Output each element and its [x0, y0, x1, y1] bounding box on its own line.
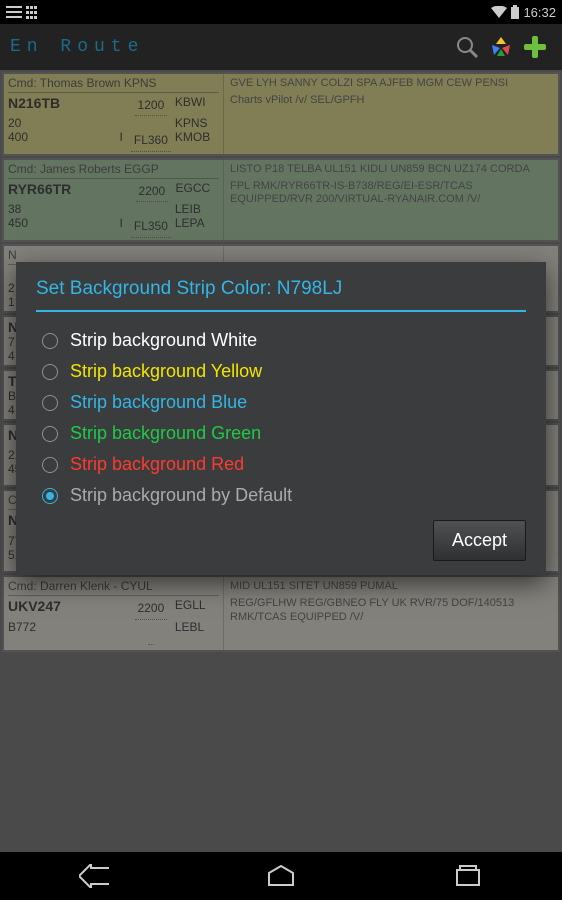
app-title: En Route	[10, 37, 144, 57]
radio-icon	[42, 457, 58, 473]
radio-icon	[42, 364, 58, 380]
radio-green[interactable]: Strip background Green	[42, 423, 526, 444]
radio-icon	[42, 333, 58, 349]
radio-label: Strip background Blue	[70, 392, 247, 413]
radio-label: Strip background Red	[70, 454, 244, 475]
radio-icon	[42, 426, 58, 442]
home-icon[interactable]	[265, 860, 297, 892]
app-bar: En Route	[0, 24, 562, 70]
radio-yellow[interactable]: Strip background Yellow	[42, 361, 526, 382]
nav-bar	[0, 852, 562, 900]
wifi-icon	[491, 6, 507, 18]
menu-icon	[6, 5, 22, 19]
radio-label: Strip background by Default	[70, 485, 292, 506]
radio-label: Strip background Yellow	[70, 361, 262, 382]
search-icon[interactable]	[450, 30, 484, 64]
radio-icon	[42, 488, 58, 504]
radio-default[interactable]: Strip background by Default	[42, 485, 526, 506]
apps-grid-icon	[26, 5, 37, 19]
radio-label: Strip background Green	[70, 423, 261, 444]
radio-red[interactable]: Strip background Red	[42, 454, 526, 475]
radio-icon	[42, 395, 58, 411]
back-icon[interactable]	[78, 860, 110, 892]
color-dialog: Set Background Strip Color: N798LJ Strip…	[16, 262, 546, 575]
add-icon[interactable]	[518, 30, 552, 64]
dialog-title: Set Background Strip Color: N798LJ	[36, 278, 526, 310]
status-time: 16:32	[523, 5, 556, 20]
radio-label: Strip background White	[70, 330, 257, 351]
status-bar: 16:32	[0, 0, 562, 24]
battery-icon	[511, 5, 519, 19]
multi-color-icon[interactable]	[484, 30, 518, 64]
accept-button[interactable]: Accept	[433, 520, 526, 561]
dialog-divider	[36, 310, 526, 312]
radio-blue[interactable]: Strip background Blue	[42, 392, 526, 413]
radio-white[interactable]: Strip background White	[42, 330, 526, 351]
recents-icon[interactable]	[452, 860, 484, 892]
